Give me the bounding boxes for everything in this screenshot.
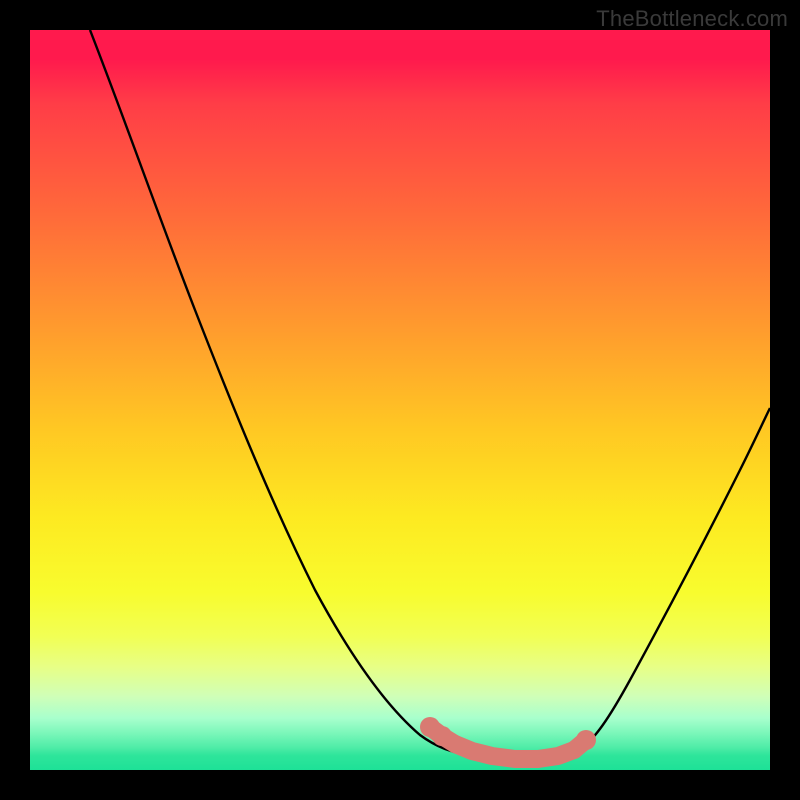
bottleneck-curve-path: [90, 30, 432, 715]
bottleneck-curve: [90, 30, 770, 761]
optimal-dot: [446, 735, 464, 753]
watermark-text: TheBottleneck.com: [596, 6, 788, 32]
chart-frame: [30, 30, 770, 770]
optimal-dot: [576, 730, 596, 750]
chart-svg: [30, 30, 770, 770]
